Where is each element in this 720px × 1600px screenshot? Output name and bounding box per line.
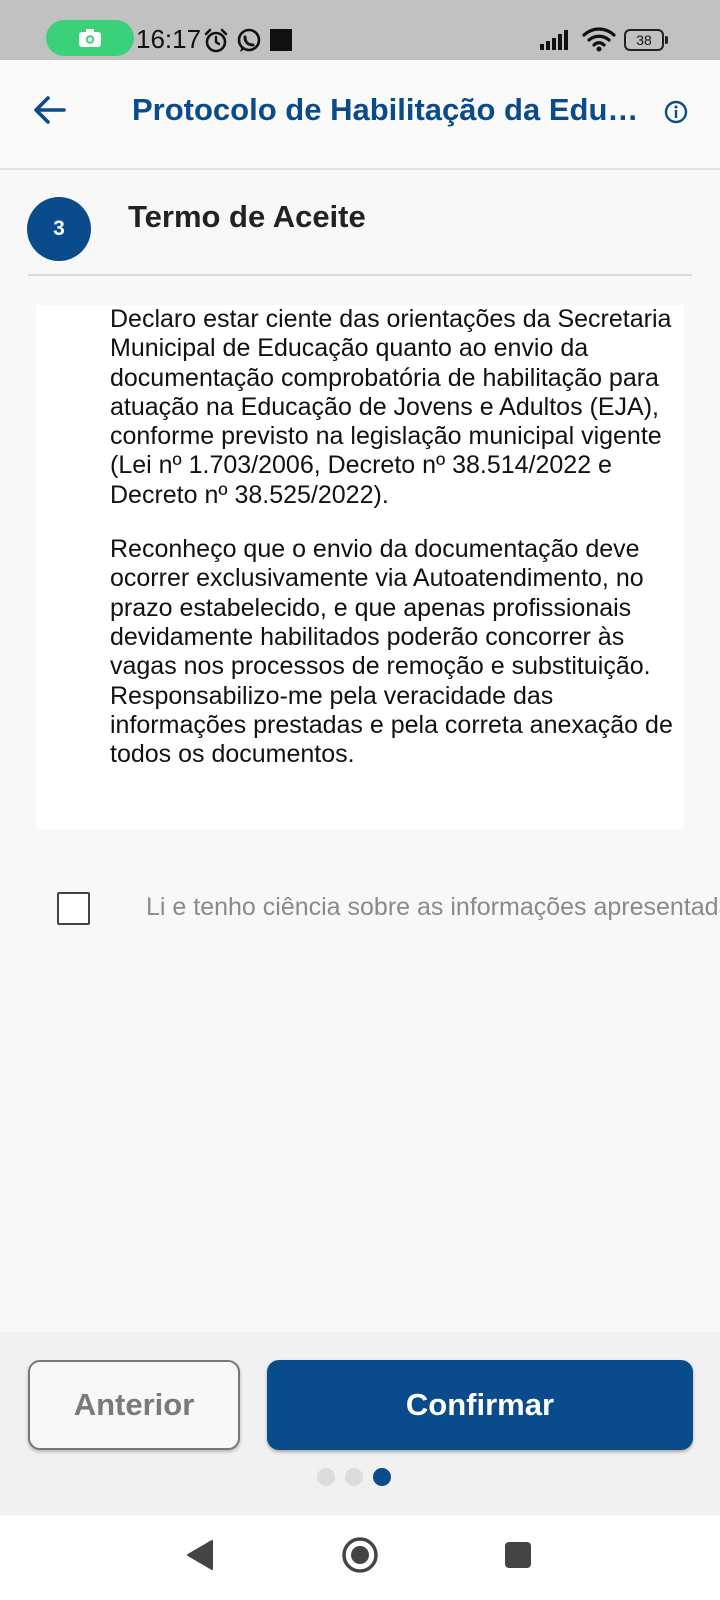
page-indicator-dot-active [373, 1468, 391, 1486]
wifi-icon [582, 27, 616, 52]
system-nav-bar [0, 1515, 720, 1600]
home-circle-icon[interactable] [340, 1535, 380, 1575]
terms-paragraph: Reconheço que o envio da documentação de… [110, 535, 673, 769]
signal-icon [540, 30, 568, 50]
terms-text: Declaro estar ciente das orientações da … [110, 305, 684, 769]
confirm-button[interactable]: Confirmar [267, 1360, 693, 1450]
whatsapp-icon [237, 28, 261, 52]
page-indicator-dot [345, 1468, 363, 1486]
terms-paragraph: Declaro estar ciente das orientações da … [110, 305, 672, 509]
recents-square-icon[interactable] [504, 1541, 532, 1569]
arrow-left-icon[interactable] [30, 90, 70, 130]
acknowledgement-checkbox[interactable] [57, 892, 90, 925]
status-bar: 16:17 38 [0, 0, 720, 60]
back-triangle-icon[interactable] [186, 1539, 214, 1571]
page-title: Protocolo de Habilitação da Educação de … [132, 92, 652, 127]
alarm-icon [204, 28, 228, 53]
info-icon[interactable] [664, 100, 688, 124]
acknowledgement-label[interactable]: Li e tenho ciência sobre as informações … [146, 893, 720, 922]
status-time: 16:17 [136, 24, 202, 54]
footer: Anterior Confirmar [0, 1332, 720, 1515]
terms-card: Declaro estar ciente das orientações da … [36, 305, 684, 829]
battery-icon: 38 [624, 29, 668, 51]
step-number-badge: 3 [27, 197, 91, 261]
app-header: Protocolo de Habilitação da Educação de … [0, 60, 720, 170]
page-indicator-dot [317, 1468, 335, 1486]
notification-square-icon [270, 29, 292, 51]
camera-icon [79, 29, 101, 47]
screen-recording-indicator[interactable] [46, 20, 134, 56]
step-title: Termo de Aceite [128, 199, 366, 234]
previous-button[interactable]: Anterior [28, 1360, 240, 1450]
divider [28, 274, 692, 276]
